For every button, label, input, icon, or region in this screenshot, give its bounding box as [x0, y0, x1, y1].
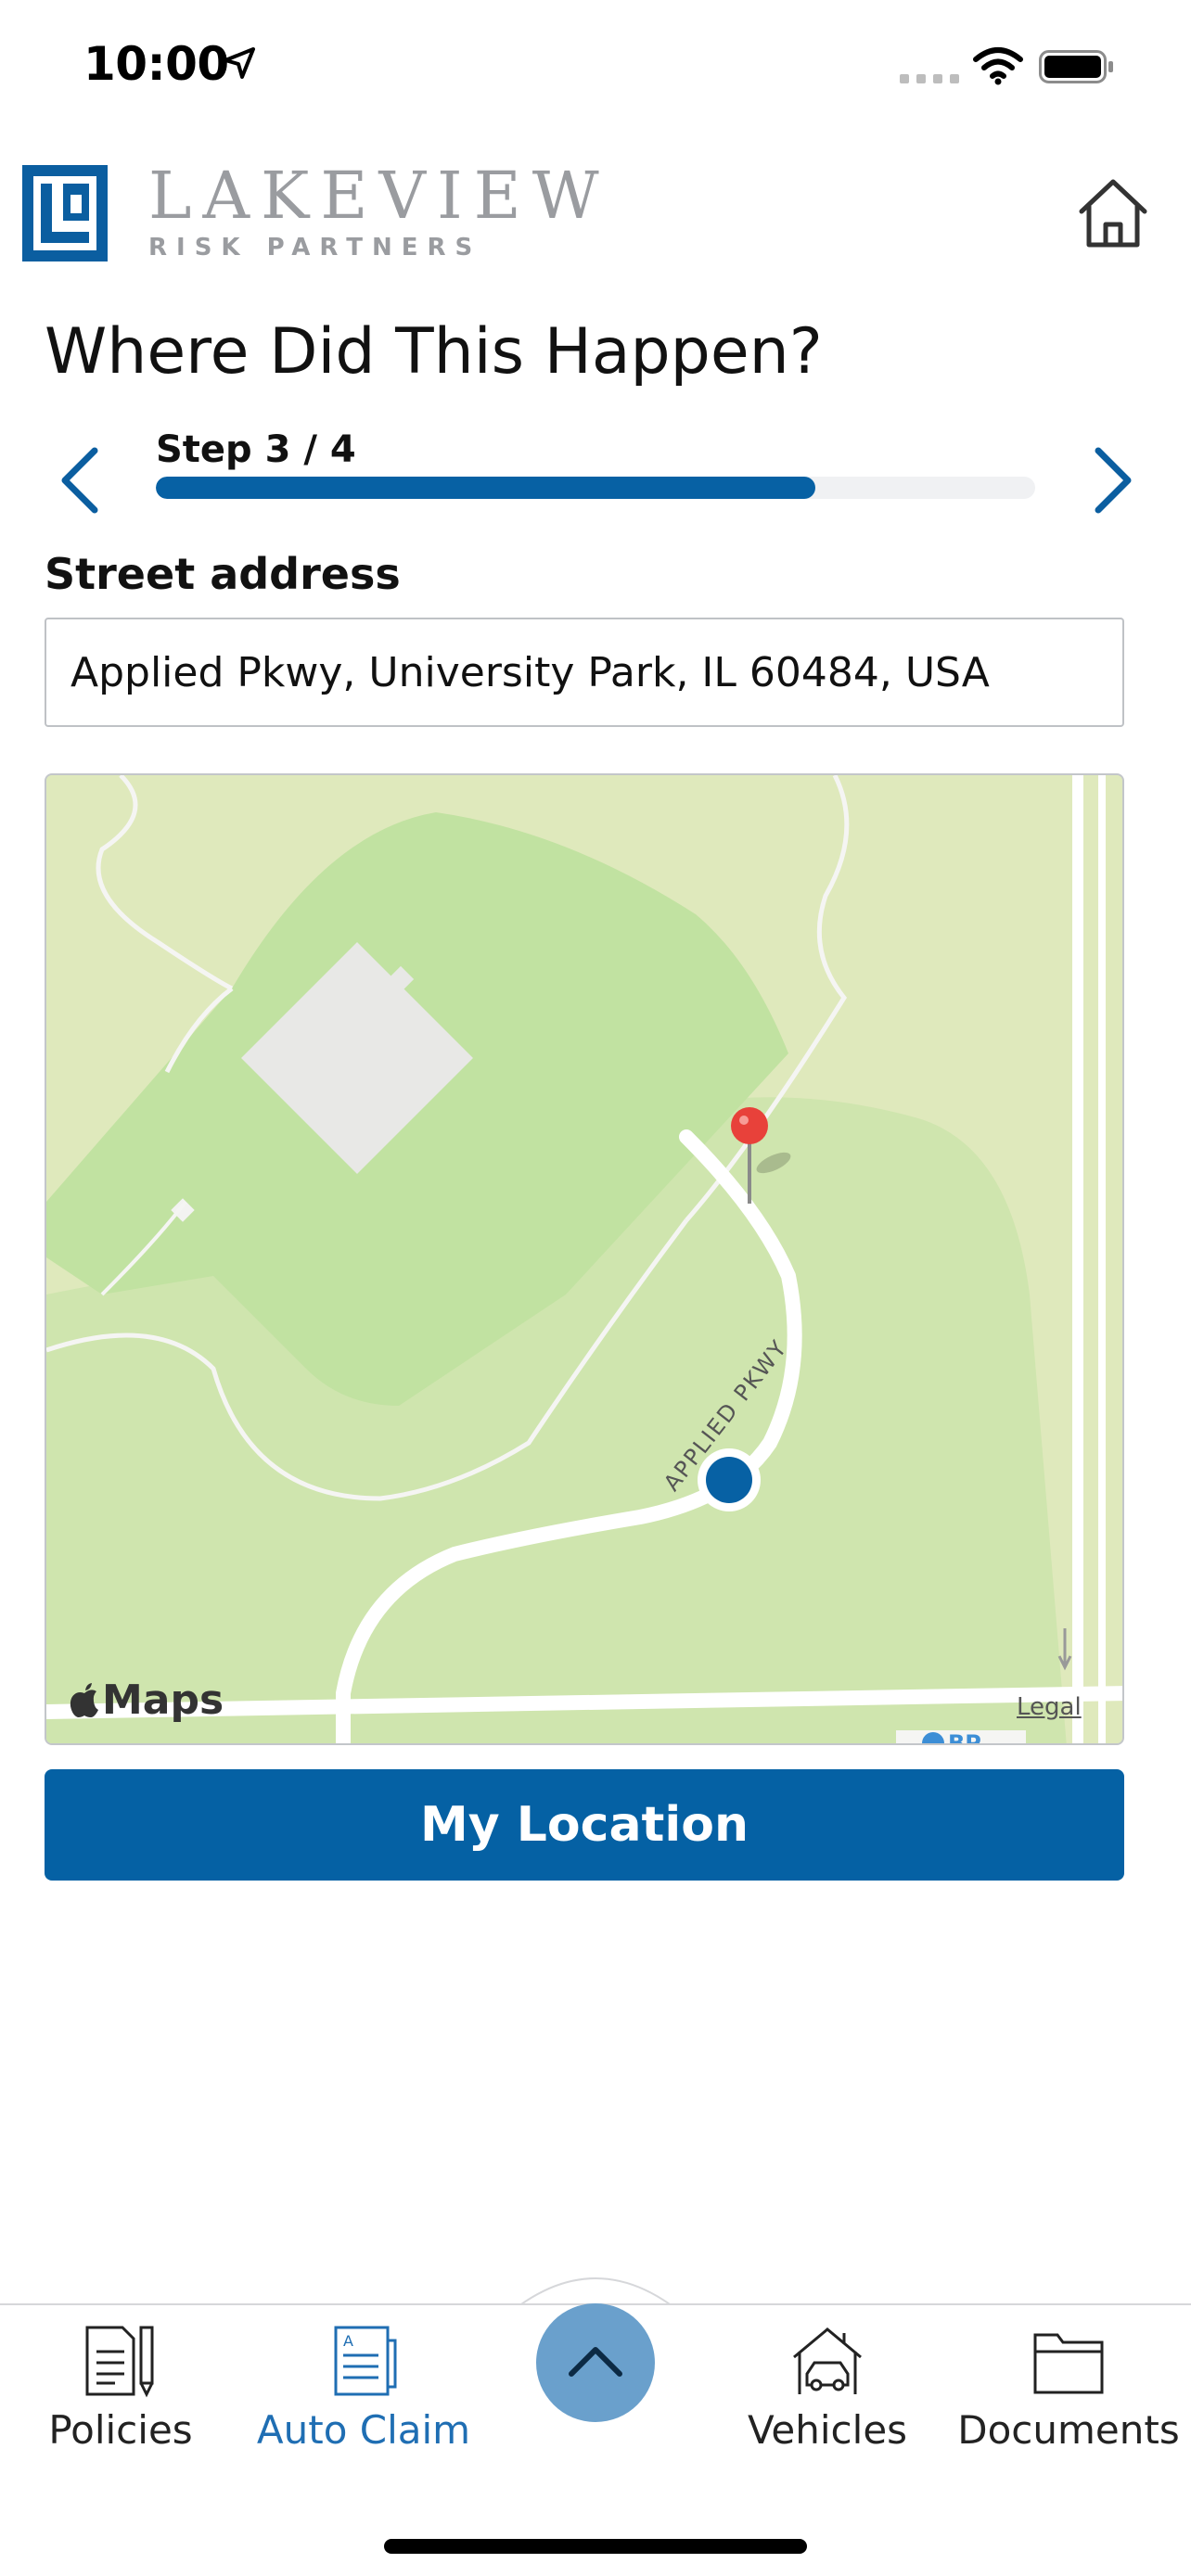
brand-name: LAKEVIEW: [148, 158, 610, 234]
map-poi-label: BP: [948, 1730, 981, 1745]
street-address-label: Street address: [45, 549, 401, 599]
street-address-input[interactable]: [45, 618, 1124, 727]
brand-logo-icon: [22, 165, 108, 261]
step-indicator: Step 3 / 4: [156, 428, 356, 471]
map-base-layer: [46, 775, 1122, 1743]
location-arrow-icon: [224, 47, 255, 79]
maps-attribution: Maps: [69, 1677, 224, 1724]
battery-icon: [1039, 50, 1113, 83]
home-indicator: [384, 2539, 807, 2554]
apple-logo-icon: [70, 1682, 98, 1717]
maps-brand-label: Maps: [102, 1677, 224, 1724]
tab-documents[interactable]: Documents: [957, 2324, 1180, 2491]
current-location-dot-icon: [698, 1448, 761, 1511]
wifi-icon: [973, 47, 1023, 85]
vehicles-icon: [793, 2327, 862, 2394]
page-title: Where Did This Happen?: [45, 315, 823, 389]
step-progress-fill: [156, 477, 815, 499]
tab-label: Auto Claim: [256, 2407, 471, 2453]
svg-text:A: A: [343, 2332, 353, 2350]
policies-icon: [85, 2326, 154, 2398]
documents-icon: [1033, 2333, 1104, 2394]
tab-policies[interactable]: Policies: [9, 2324, 232, 2491]
map-legal-link[interactable]: Legal: [1017, 1693, 1082, 1721]
auto-claim-icon: A: [334, 2326, 397, 2396]
next-step-chevron-icon[interactable]: [1085, 443, 1141, 517]
home-icon[interactable]: [1074, 174, 1152, 252]
location-map[interactable]: APPLIED PKWY Maps Legal BP: [45, 773, 1124, 1745]
map-poi-marker: BP: [922, 1730, 981, 1745]
tab-vehicles[interactable]: Vehicles: [716, 2324, 939, 2491]
tab-label: Documents: [957, 2407, 1180, 2453]
tab-label: Policies: [48, 2407, 193, 2453]
tab-label: Vehicles: [747, 2407, 908, 2453]
tab-auto-claim[interactable]: A Auto Claim: [252, 2324, 475, 2491]
expand-menu-button[interactable]: [536, 2303, 655, 2422]
status-time: 10:00: [83, 37, 229, 91]
cellular-signal-icon: [900, 74, 959, 83]
app-header: LAKEVIEW RISK PARTNERS: [0, 139, 1191, 287]
my-location-button[interactable]: My Location: [45, 1769, 1124, 1881]
previous-step-chevron-icon[interactable]: [52, 443, 108, 517]
brand-tagline: RISK PARTNERS: [148, 234, 482, 261]
chevron-up-icon: [569, 2347, 622, 2377]
gas-station-icon: [922, 1732, 944, 1743]
status-bar: 10:00: [0, 0, 1191, 139]
step-progress-bar: [156, 477, 1035, 499]
dropped-pin-icon[interactable]: [724, 1103, 807, 1215]
